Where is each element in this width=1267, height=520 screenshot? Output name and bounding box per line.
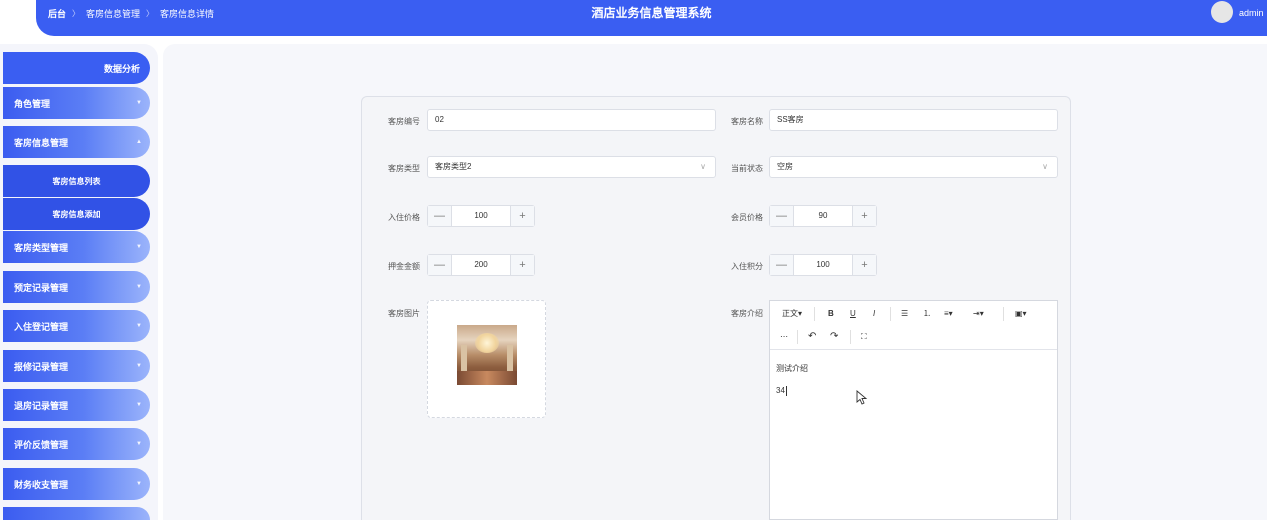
sidebar-item-label: 数据分析 xyxy=(103,63,140,74)
mouse-pointer-icon xyxy=(856,390,868,405)
room-type-label: 客房类型 xyxy=(388,164,420,173)
room-no-label: 客房编号 xyxy=(388,117,420,126)
sidebar-item-checkouts[interactable]: 退房记录管理 ▼ xyxy=(3,389,150,421)
room-type-select[interactable]: 客房类型2 ∨ xyxy=(427,156,716,178)
points-label: 入住积分 xyxy=(731,262,763,271)
decrement-button[interactable]: — xyxy=(428,206,452,226)
member-price-label: 会员价格 xyxy=(731,213,763,222)
top-header: 后台 〉 客房信息管理 〉 客房信息详情 酒店业务信息管理系统 admin xyxy=(36,0,1267,36)
chevron-down-icon: ▼ xyxy=(136,323,142,329)
sidebar-item-label: 预定记录管理 xyxy=(14,282,69,293)
chandelier xyxy=(475,333,499,353)
increment-button[interactable]: + xyxy=(510,255,534,275)
avatar[interactable] xyxy=(1211,1,1233,23)
chevron-down-icon: ▼ xyxy=(136,481,142,487)
editor-line: 34 xyxy=(776,386,785,395)
points-stepper[interactable]: — 100 + xyxy=(769,254,877,276)
sidebar-item-label: 报修记录管理 xyxy=(14,361,69,372)
italic-icon[interactable]: I xyxy=(873,307,875,321)
username[interactable]: admin xyxy=(1239,0,1264,26)
sidebar-subitem-room-list[interactable]: 客房信息列表 xyxy=(3,165,150,197)
deposit-stepper[interactable]: — 200 + xyxy=(427,254,535,276)
rich-text-editor[interactable]: 正文▾ B U I ☰ ⒈ ≡▾ ⇥▾ ▣▾ ⋯ ↶ ↷ ⛶ 测试介绍 34 xyxy=(769,300,1058,520)
decrement-button[interactable]: — xyxy=(770,206,794,226)
editor-toolbar: 正文▾ B U I ☰ ⒈ ≡▾ ⇥▾ ▣▾ ⋯ ↶ ↷ ⛶ xyxy=(770,301,1057,350)
room-no-input[interactable]: 02 xyxy=(427,109,716,131)
sidebar-item-label: 客房信息添加 xyxy=(52,209,101,219)
status-value: 空房 xyxy=(777,162,793,171)
sidebar-item-checkins[interactable]: 入住登记管理 ▼ xyxy=(3,310,150,342)
room-photo[interactable] xyxy=(457,325,517,385)
indent-icon[interactable]: ⇥▾ xyxy=(973,307,984,321)
member-price-stepper[interactable]: — 90 + xyxy=(769,205,877,227)
deposit-value[interactable]: 200 xyxy=(452,255,510,275)
sidebar-item-label: 财务收支管理 xyxy=(14,479,69,490)
bullet-list-icon[interactable]: ☰ xyxy=(901,307,908,321)
room-name-input[interactable]: SS客房 xyxy=(769,109,1058,131)
member-price-value[interactable]: 90 xyxy=(794,206,852,226)
sidebar-item-label: 退房记录管理 xyxy=(14,400,69,411)
chevron-down-icon: ▼ xyxy=(136,100,142,106)
deposit-label: 押金金额 xyxy=(388,262,420,271)
fullscreen-icon[interactable]: ⛶ xyxy=(861,330,867,344)
sidebar-item-label: 客房信息管理 xyxy=(14,137,69,148)
chevron-down-icon: ▼ xyxy=(136,402,142,408)
chevron-down-icon: ∨ xyxy=(1042,162,1048,171)
align-icon[interactable]: ≡▾ xyxy=(944,307,953,321)
increment-button[interactable]: + xyxy=(852,255,876,275)
status-label: 当前状态 xyxy=(731,164,763,173)
points-value[interactable]: 100 xyxy=(794,255,852,275)
sidebar-item-data-analysis[interactable]: 数据分析 xyxy=(3,52,150,84)
decrement-button[interactable]: — xyxy=(428,255,452,275)
sidebar-item-room-types[interactable]: 客房类型管理 ▼ xyxy=(3,231,150,263)
sidebar-item-roles[interactable]: 角色管理 ▼ xyxy=(3,87,150,119)
checkin-price-stepper[interactable]: — 100 + xyxy=(427,205,535,227)
sidebar-item-feedback[interactable]: 评价反馈管理 ▼ xyxy=(3,428,150,460)
room-type-value: 客房类型2 xyxy=(435,162,472,171)
text-caret xyxy=(785,385,787,396)
chevron-down-icon: ▼ xyxy=(136,244,142,250)
sidebar-item-label: 客房信息列表 xyxy=(52,176,101,186)
image-icon[interactable]: ▣▾ xyxy=(1015,307,1027,321)
checkin-price-label: 入住价格 xyxy=(388,213,420,222)
sidebar-item-finance[interactable]: 财务收支管理 ▼ xyxy=(3,468,150,500)
increment-button[interactable]: + xyxy=(852,206,876,226)
sidebar-item-label: 角色管理 xyxy=(14,98,51,109)
sidebar-item-label: 评价反馈管理 xyxy=(14,439,69,450)
system-title: 酒店业务信息管理系统 xyxy=(591,6,712,20)
redo-icon[interactable]: ↷ xyxy=(830,330,838,344)
status-select[interactable]: 空房 ∨ xyxy=(769,156,1058,178)
chevron-down-icon: ▼ xyxy=(136,441,142,447)
room-intro-label: 客房介绍 xyxy=(731,309,763,318)
numbered-list-icon[interactable]: ⒈ xyxy=(923,307,931,321)
sidebar-item-label: 客房类型管理 xyxy=(14,242,69,253)
chevron-down-icon: ▼ xyxy=(136,284,142,290)
sidebar-subitem-room-add[interactable]: 客房信息添加 xyxy=(3,198,150,230)
editor-line: 测试介绍 xyxy=(776,364,808,373)
divider-icon[interactable]: ⋯ xyxy=(780,330,788,344)
image-upload[interactable] xyxy=(427,300,546,418)
sidebar-item-reservations[interactable]: 预定记录管理 ▼ xyxy=(3,271,150,303)
sidebar-item-repairs[interactable]: 报修记录管理 ▼ xyxy=(3,350,150,382)
editor-content[interactable]: 测试介绍 34 xyxy=(770,350,1057,410)
underline-icon[interactable]: U xyxy=(850,307,856,321)
sidebar-item-label: 入住登记管理 xyxy=(14,321,69,332)
heading-dropdown[interactable]: 正文▾ xyxy=(782,307,802,321)
chevron-up-icon: ▲ xyxy=(136,139,142,145)
sidebar-item-partial[interactable] xyxy=(3,507,150,520)
undo-icon[interactable]: ↶ xyxy=(808,330,816,344)
checkin-price-value[interactable]: 100 xyxy=(452,206,510,226)
room-image-label: 客房图片 xyxy=(388,309,420,318)
chevron-down-icon: ▼ xyxy=(136,363,142,369)
increment-button[interactable]: + xyxy=(510,206,534,226)
sidebar-item-room-info[interactable]: 客房信息管理 ▲ xyxy=(3,126,150,158)
room-name-label: 客房名称 xyxy=(731,117,763,126)
decrement-button[interactable]: — xyxy=(770,255,794,275)
bold-icon[interactable]: B xyxy=(828,307,834,321)
